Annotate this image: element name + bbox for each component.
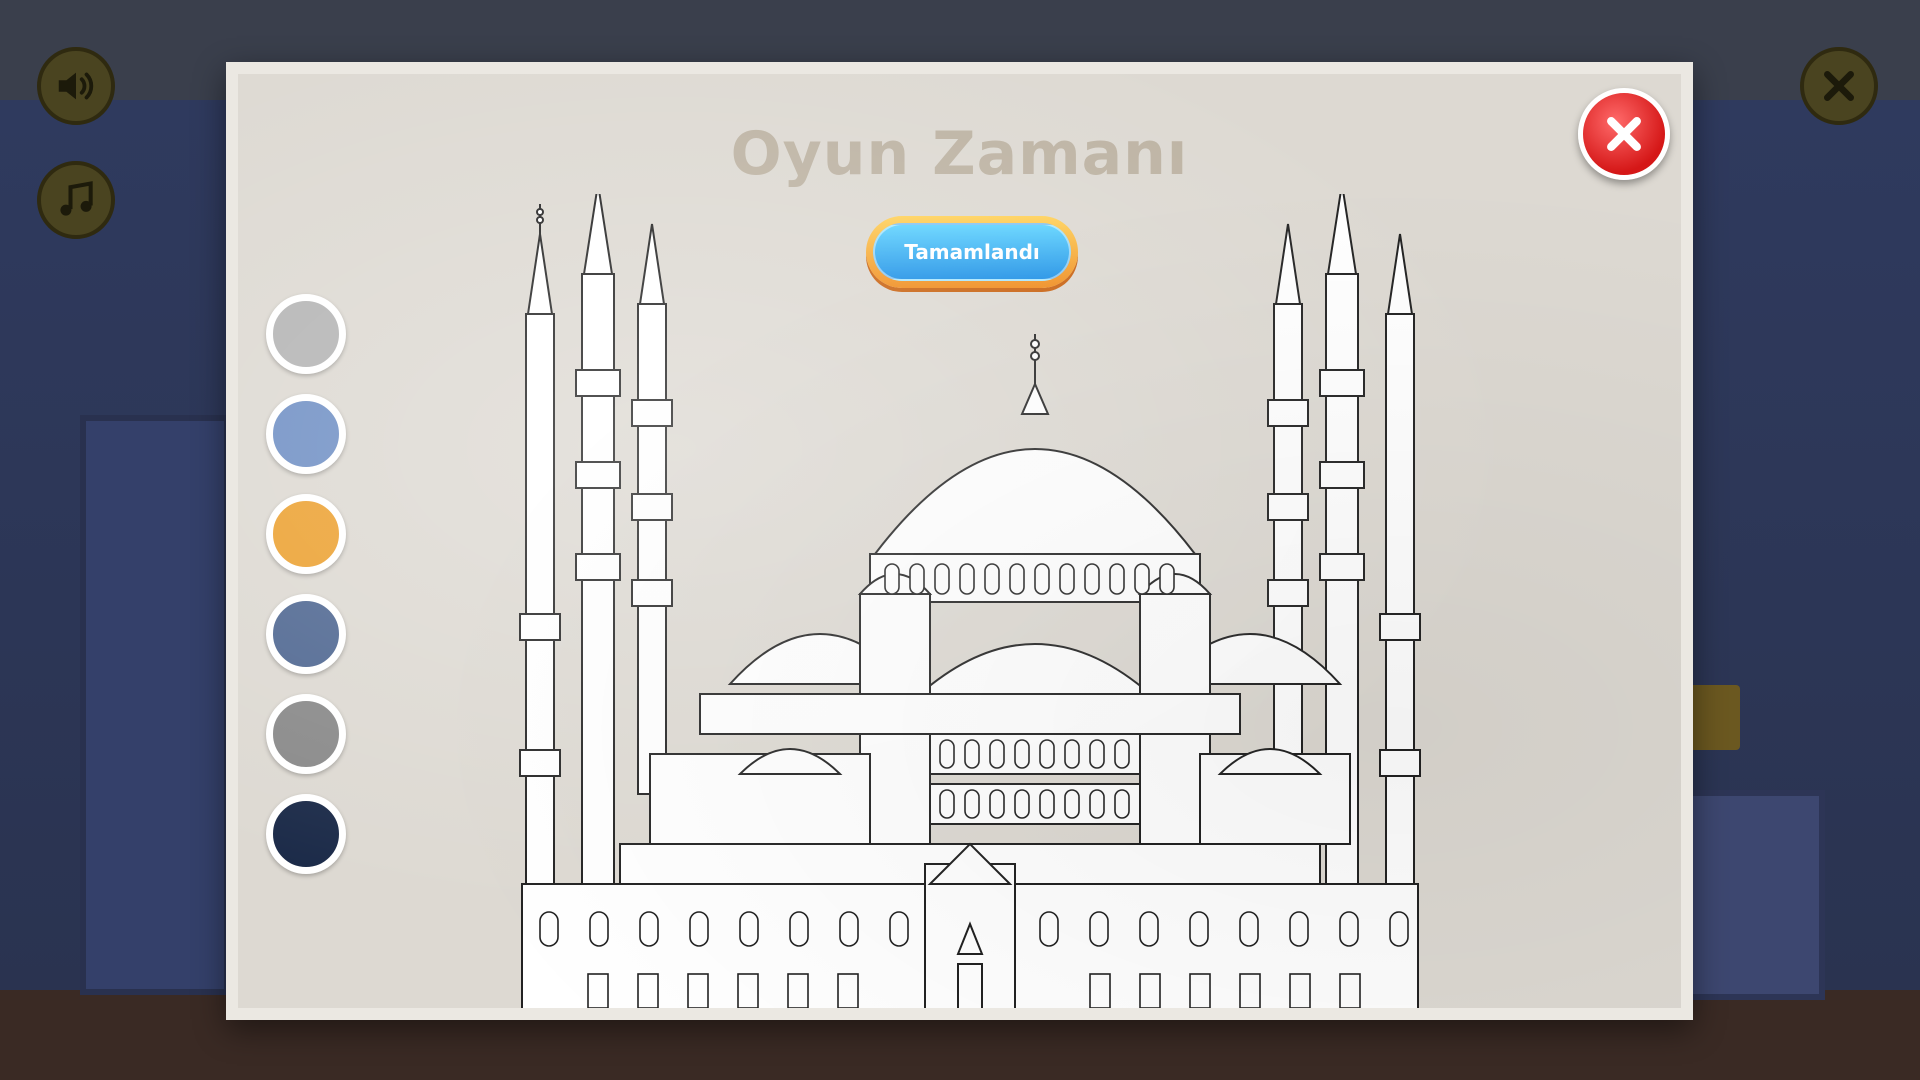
x-icon [1824, 71, 1854, 101]
exit-button[interactable] [1800, 47, 1878, 125]
minaret-right-inner[interactable] [1267, 223, 1309, 795]
color-swatch-light-gray[interactable] [266, 294, 346, 374]
close-icon [1607, 117, 1641, 151]
background-bookshelf [80, 415, 230, 995]
mosque-drawing[interactable] [500, 194, 1440, 1020]
color-swatch-navy[interactable] [266, 794, 346, 874]
minaret-left-inner[interactable] [631, 223, 673, 795]
music-note-icon [60, 181, 93, 216]
game-title: Oyun Zamanı [730, 119, 1189, 189]
sound-button[interactable] [37, 47, 115, 125]
background-desk [1685, 790, 1825, 1000]
color-swatch-steel-blue[interactable] [266, 594, 346, 674]
color-swatch-light-blue[interactable] [266, 394, 346, 474]
music-button[interactable] [37, 161, 115, 239]
speaker-icon [58, 72, 94, 100]
close-button[interactable] [1578, 88, 1670, 180]
color-swatch-orange[interactable] [266, 494, 346, 574]
color-swatch-gray[interactable] [266, 694, 346, 774]
coloring-paper: Oyun Zamanı Tamamlandı [226, 62, 1693, 1020]
main-dome[interactable] [869, 334, 1201, 603]
